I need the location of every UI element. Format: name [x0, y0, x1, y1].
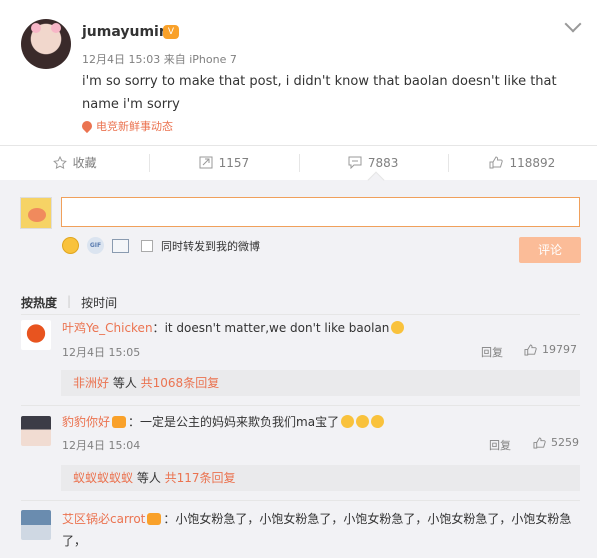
commenter-name[interactable]: 叶鸡Ye_Chicken [62, 321, 153, 335]
post-meta: 12月4日 15:03 来自 iPhone 7 [82, 51, 237, 67]
comment-text: 一定是公主的妈妈来欺负我们ma宝了 [140, 415, 340, 429]
reply-users[interactable]: 非洲好 [73, 376, 109, 390]
reply-button[interactable]: 回复 [481, 344, 503, 360]
comment-like-button[interactable]: 19797 [524, 343, 577, 356]
topic-label: 电竞新鲜事动态 [96, 120, 173, 133]
favorite-button[interactable]: 收藏 [0, 146, 149, 179]
reply-others: 等人 [109, 376, 141, 390]
divider [21, 314, 580, 315]
image-icon[interactable] [112, 238, 129, 253]
comment-like-count: 5259 [551, 436, 579, 449]
comment-like-count: 19797 [542, 343, 577, 356]
vip-badge-icon [112, 416, 127, 428]
weibo-post: jumayumin V 12月4日 15:03 来自 iPhone 7 i'm … [0, 0, 597, 140]
reply-count[interactable]: 共117条回复 [165, 471, 236, 485]
reply-count[interactable]: 共1068条回复 [141, 376, 220, 390]
composer-tools: GIF 同时转发到我的微博 [62, 237, 260, 254]
comment-time: 12月4日 15:04 [62, 439, 141, 452]
name-separator: ： [152, 321, 165, 335]
thumbs-up-icon [489, 156, 504, 169]
comment-icon [348, 156, 362, 169]
vip-badge-icon [147, 513, 162, 525]
chevron-down-icon[interactable] [564, 15, 582, 33]
emoji-icon [341, 415, 355, 428]
replies-summary[interactable]: 蚁蚁蚁蚁蚁 等人 共117条回复 [61, 465, 580, 491]
reply-others: 等人 [133, 471, 165, 485]
also-repost-checkbox[interactable] [141, 239, 153, 252]
emoji-icon [371, 415, 385, 428]
my-avatar [20, 197, 52, 229]
commenter-name[interactable]: 艾区锅必carrot [62, 512, 145, 526]
star-icon [52, 156, 67, 169]
tab-sort-time[interactable]: 按时间 [81, 294, 117, 311]
sort-separator: | [67, 294, 72, 308]
divider [21, 500, 580, 501]
repost-icon [199, 156, 213, 169]
name-separator: ： [163, 512, 176, 526]
commenter-avatar[interactable] [21, 510, 51, 540]
comment-like-button[interactable]: 5259 [533, 436, 579, 449]
comment-line: 豹豹你好 ：一定是公主的妈妈来欺负我们ma宝了 [62, 414, 582, 430]
tab-sort-hot[interactable]: 按热度 [21, 294, 57, 311]
like-count: 118892 [509, 155, 556, 170]
post-text: i'm so sorry to make that post, i didn't… [82, 74, 557, 112]
divider [21, 405, 580, 406]
comment-line: 叶鸡Ye_Chicken：it doesn't matter,we don't … [62, 320, 582, 336]
commenter-name[interactable]: 豹豹你好 [62, 415, 110, 429]
repost-count: 1157 [218, 155, 250, 170]
sort-tabs: 按热度 | 按时间 [21, 294, 117, 311]
commenter-avatar[interactable] [21, 320, 51, 350]
also-repost-label: 同时转发到我的微博 [161, 239, 260, 253]
reply-button[interactable]: 回复 [489, 437, 511, 453]
favorite-label: 收藏 [72, 156, 97, 170]
topic-link[interactable]: 电竞新鲜事动态 [79, 118, 173, 134]
emoji-icon[interactable] [62, 237, 79, 254]
post-source[interactable]: iPhone 7 [189, 53, 237, 66]
vip-badge-icon: V [163, 25, 179, 39]
gif-icon[interactable]: GIF [87, 237, 104, 254]
replies-summary[interactable]: 非洲好 等人 共1068条回复 [61, 370, 580, 396]
action-bar: 收藏 1157 7883 118892 [0, 145, 597, 179]
commenter-avatar[interactable] [21, 416, 51, 446]
post-time[interactable]: 12月4日 15:03 [82, 53, 160, 66]
comment-text: it doesn't matter,we don't like baolan [164, 321, 390, 335]
submit-comment-button[interactable]: 评论 [519, 237, 581, 263]
emoji-icon [391, 321, 405, 334]
repost-button[interactable]: 1157 [149, 146, 298, 179]
location-pin-icon [79, 118, 95, 134]
reply-users[interactable]: 蚁蚁蚁蚁蚁 [73, 471, 133, 485]
comment-time: 12月4日 15:05 [62, 346, 141, 359]
thumbs-up-icon [533, 436, 546, 449]
source-prefix: 来自 [163, 53, 186, 66]
comment-input[interactable] [61, 197, 580, 227]
thumbs-up-icon [524, 343, 537, 356]
comment-line: 艾区锅必carrot ：小饱女粉急了，小饱女粉急了，小饱女粉急了，小饱女粉急了，小… [62, 508, 582, 552]
comment-count: 7883 [367, 155, 399, 170]
like-button[interactable]: 118892 [447, 146, 597, 179]
emoji-icon [356, 415, 370, 428]
name-separator: ： [128, 415, 141, 429]
user-avatar[interactable] [21, 19, 71, 69]
post-username[interactable]: jumayumin [82, 24, 169, 40]
